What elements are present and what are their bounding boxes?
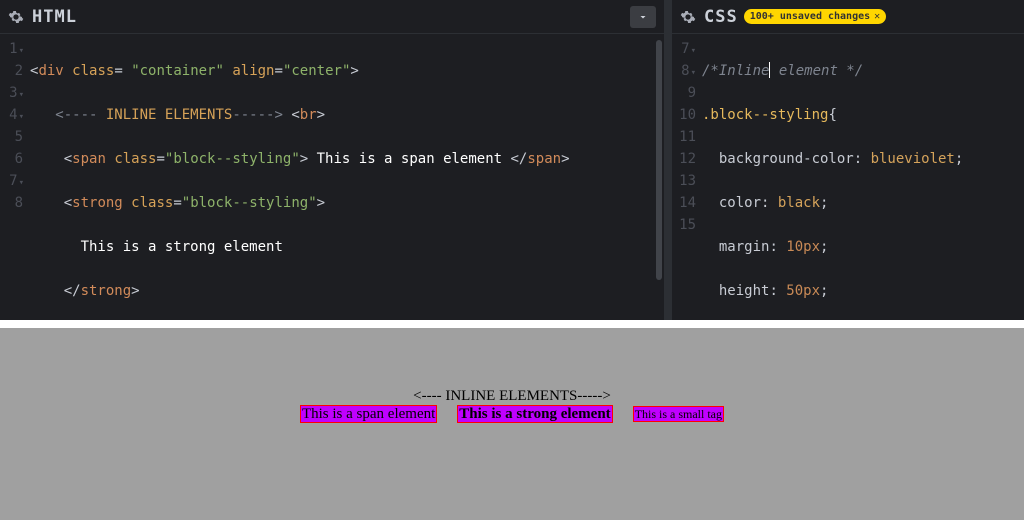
strong-element-box: This is a strong element: [457, 405, 612, 423]
html-scrollbar[interactable]: [656, 40, 662, 280]
preview-content: <---- INLINE ELEMENTS-----> This is a sp…: [0, 328, 1024, 423]
preview-pane: <---- INLINE ELEMENTS-----> This is a sp…: [0, 328, 1024, 520]
html-panel-title: HTML: [32, 7, 77, 27]
badge-text: 100+ unsaved changes: [750, 11, 870, 22]
css-panel-header: CSS 100+ unsaved changes ✕: [672, 0, 1024, 34]
html-collapse-button[interactable]: [630, 6, 656, 28]
css-editor-panel: CSS 100+ unsaved changes ✕ 7▾ 8▾ 9 10 11…: [672, 0, 1024, 320]
small-element-box: This is a small tag: [633, 406, 724, 422]
html-editor-panel: HTML 1▾ 2 3▾ 4▾ 5 6 7▾ 8 <div class= "co…: [0, 0, 672, 320]
inline-row: This is a span element This is a strong …: [0, 405, 1024, 423]
close-icon[interactable]: ✕: [874, 11, 880, 22]
unsaved-changes-badge[interactable]: 100+ unsaved changes ✕: [744, 9, 886, 24]
span-element-box: This is a span element: [300, 405, 437, 423]
gear-icon[interactable]: [8, 9, 24, 25]
gear-icon[interactable]: [680, 9, 696, 25]
html-panel-header: HTML: [0, 0, 664, 34]
chevron-down-icon: [637, 11, 649, 23]
css-panel-title: CSS: [704, 7, 738, 27]
app-root: HTML 1▾ 2 3▾ 4▾ 5 6 7▾ 8 <div class= "co…: [0, 0, 1024, 520]
inline-elements-label: <---- INLINE ELEMENTS----->: [0, 388, 1024, 405]
editors-row: HTML 1▾ 2 3▾ 4▾ 5 6 7▾ 8 <div class= "co…: [0, 0, 1024, 320]
